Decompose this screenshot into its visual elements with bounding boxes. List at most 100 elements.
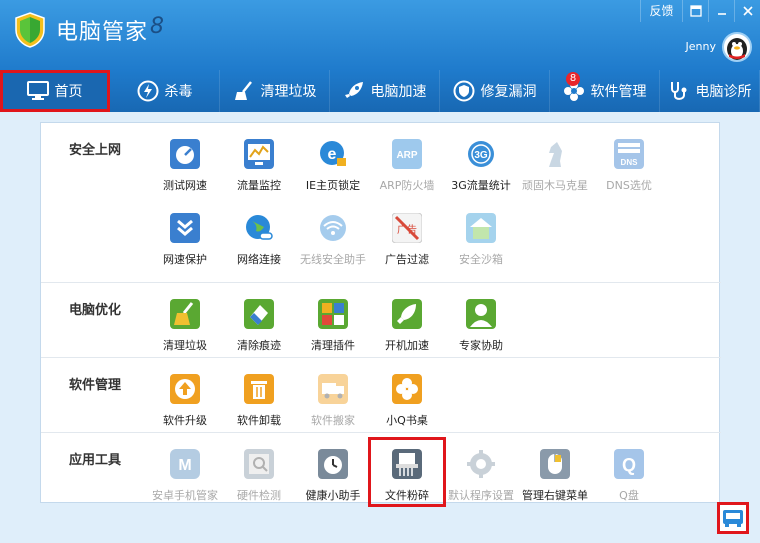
tool-q-disk[interactable]: Q Q盘	[592, 439, 666, 505]
window-skin-icon	[689, 5, 702, 17]
section-title: 电脑优化	[69, 303, 122, 318]
tool-label: 专家协助	[459, 339, 503, 352]
puzzle-icon	[316, 297, 350, 331]
speed-gauge-icon	[168, 137, 202, 171]
tool-label: 默认程序设置	[448, 489, 514, 502]
nav-tab-0[interactable]: 首页	[0, 70, 110, 112]
nav-tab-label: 杀毒	[164, 84, 193, 100]
nav-tab-3[interactable]: 电脑加速	[330, 70, 440, 112]
minimize-button[interactable]	[708, 0, 734, 22]
close-icon	[742, 6, 753, 16]
nav-tab-6[interactable]: 电脑诊所	[660, 70, 760, 112]
broom-icon	[233, 80, 255, 102]
trash-icon	[242, 372, 276, 406]
tool-chart-monitor[interactable]: 流量监控	[222, 129, 296, 195]
q-disk-icon: Q	[612, 447, 646, 481]
ad-block-icon: 广告	[390, 211, 424, 245]
avatar[interactable]	[722, 32, 752, 62]
svg-text:M: M	[178, 457, 191, 474]
tool-broom-tool[interactable]: 清理垃圾	[148, 289, 222, 355]
tool-trash[interactable]: 软件卸载	[222, 364, 296, 430]
wifi-icon	[316, 211, 350, 245]
nav-tab-5[interactable]: 8 软件管理	[550, 70, 660, 112]
tool-upgrade-arrow[interactable]: 软件升级	[148, 364, 222, 430]
nav-tab-label: 软件管理	[590, 84, 647, 100]
tool-label: Q盘	[619, 489, 639, 502]
section-title: 安全上网	[69, 143, 122, 158]
tool-dns[interactable]: DNS DNS选优	[592, 129, 666, 195]
tool-3g[interactable]: 3G 3G流量统计	[444, 129, 518, 195]
tool-alarm-clock[interactable]: 健康小助手	[296, 439, 370, 505]
tool-launch[interactable]: 开机加速	[370, 289, 444, 355]
tool-label: 测试网速	[163, 179, 207, 192]
clover-icon	[390, 372, 424, 406]
main-nav: 首页 杀毒 清理垃圾 电脑加速 修复漏洞 8 软件管理 电脑诊所	[0, 70, 760, 112]
nav-tab-1[interactable]: 杀毒	[110, 70, 220, 112]
tool-chevron-shield[interactable]: 网速保护	[148, 203, 222, 269]
tool-label: 广告过滤	[385, 253, 429, 266]
arp-icon: ARP	[390, 137, 424, 171]
toolbox-panel: 安全上网测试网速 流量监控 e IE主页锁定 ARP ARP防火墙 3G 3G流量统计 顽固木马…	[40, 122, 721, 507]
tool-expert[interactable]: 专家协助	[444, 289, 518, 355]
tool-label: 网络连接	[237, 253, 281, 266]
tool-wifi[interactable]: 无线安全助手	[296, 203, 370, 269]
section-title: 软件管理	[69, 378, 122, 393]
tool-eraser[interactable]: 清除痕迹	[222, 289, 296, 355]
svg-text:3G: 3G	[474, 150, 488, 161]
tool-label: IE主页锁定	[305, 179, 361, 192]
android-m-icon: M	[168, 447, 202, 481]
tool-label: ARP防火墙	[379, 179, 435, 192]
tool-sandbox[interactable]: 安全沙箱	[444, 203, 518, 269]
nav-tab-4[interactable]: 修复漏洞	[440, 70, 550, 112]
nav-tab-label: 电脑加速	[370, 84, 427, 100]
expert-icon	[464, 297, 498, 331]
tool-android-m[interactable]: M 安卓手机管家	[148, 439, 222, 505]
close-button[interactable]	[734, 0, 760, 22]
tool-truck[interactable]: 软件搬家	[296, 364, 370, 430]
tool-label: 清理垃圾	[163, 339, 207, 352]
eraser-icon	[242, 297, 276, 331]
tool-label: 软件卸载	[237, 414, 281, 427]
svg-text:Q: Q	[622, 455, 636, 475]
tool-mouse[interactable]: 管理右键菜单	[518, 439, 592, 505]
tool-label: 流量监控	[237, 179, 281, 192]
tool-globe-link[interactable]: 网络连接	[222, 203, 296, 269]
tool-label: 无线安全助手	[300, 253, 366, 266]
nav-tab-2[interactable]: 清理垃圾	[220, 70, 330, 112]
tool-ad-block[interactable]: 广告 广告过滤	[370, 203, 444, 269]
3g-icon: 3G	[464, 137, 498, 171]
tool-hardware-scan[interactable]: 硬件检测	[222, 439, 296, 505]
title-bar: 电脑管家 8 反馈 Jenny	[0, 0, 760, 70]
tool-arp[interactable]: ARP ARP防火墙	[370, 129, 444, 195]
toolbox-edit-button[interactable]	[717, 502, 749, 534]
hardware-scan-icon	[242, 447, 276, 481]
tool-horse[interactable]: 顽固木马克星	[518, 129, 592, 195]
tool-shredder[interactable]: 文件粉碎	[368, 437, 446, 507]
feedback-button[interactable]: 反馈	[640, 0, 682, 22]
mouse-icon	[538, 447, 572, 481]
tool-label: 文件粉碎	[385, 489, 429, 502]
shredder-icon	[390, 447, 424, 481]
penguin-avatar-icon	[727, 38, 747, 60]
app-logo-icon	[15, 12, 45, 48]
chart-monitor-icon	[242, 137, 276, 171]
minimize-icon	[717, 13, 726, 15]
window-controls: 反馈	[640, 0, 760, 22]
user-name[interactable]: Jenny	[686, 40, 716, 53]
sandbox-icon	[464, 211, 498, 245]
tool-clover[interactable]: 小Q书桌	[370, 364, 444, 430]
tool-ie-lock[interactable]: e IE主页锁定	[296, 129, 370, 195]
toolbox-icon	[723, 510, 743, 527]
shield-repair-icon	[453, 80, 475, 102]
upgrade-arrow-icon	[168, 372, 202, 406]
app-title: 电脑管家	[56, 20, 149, 45]
tool-gear[interactable]: 默认程序设置	[444, 439, 518, 505]
truck-icon	[316, 372, 350, 406]
rocket-icon	[343, 80, 365, 102]
tool-speed-gauge[interactable]: 测试网速	[148, 129, 222, 195]
skin-button[interactable]	[682, 0, 708, 22]
tool-puzzle[interactable]: 清理插件	[296, 289, 370, 355]
svg-text:DNS: DNS	[621, 158, 639, 167]
monitor-icon	[26, 80, 49, 102]
alarm-clock-icon	[316, 447, 350, 481]
